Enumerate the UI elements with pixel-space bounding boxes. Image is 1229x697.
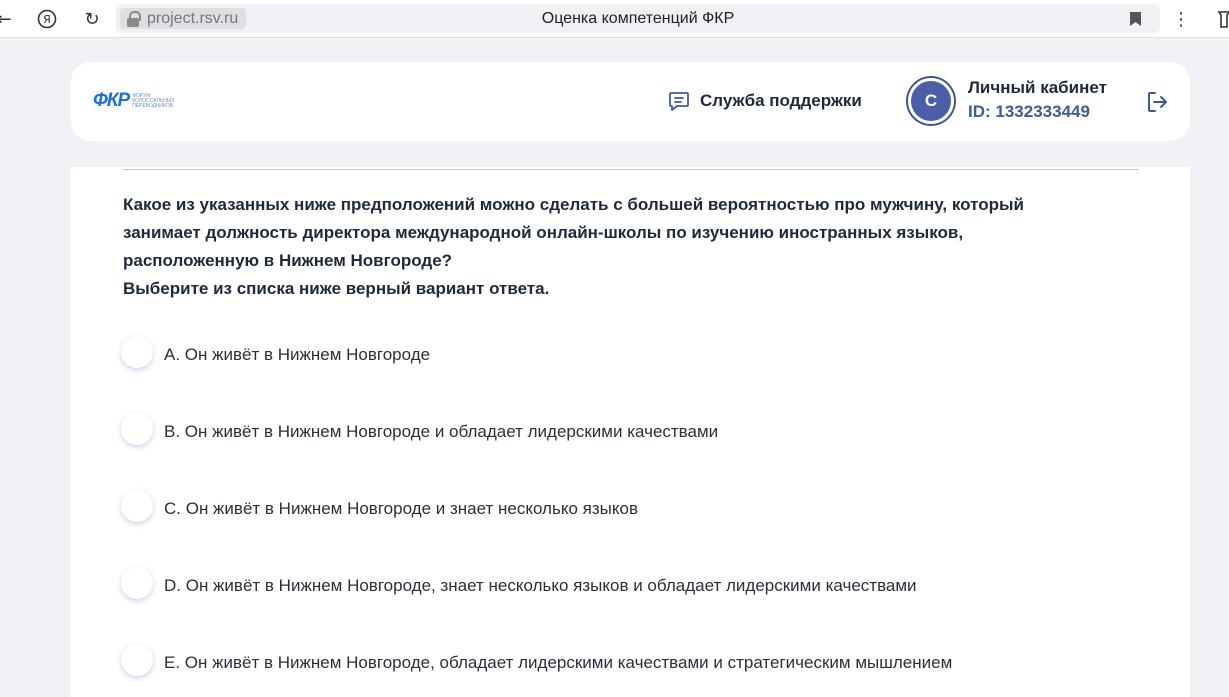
option-label: C. Он живёт в Нижнем Новгороде и знает н… xyxy=(164,499,638,518)
address-bar[interactable]: project.rsv.ru Оценка компетенций ФКР xyxy=(116,4,1160,33)
answer-option-a[interactable]: А. Он живёт в Нижнем Новгороде xyxy=(121,336,430,368)
answer-option-d[interactable]: D. Он живёт в Нижнем Новгороде, знает не… xyxy=(121,567,917,599)
support-link[interactable]: Служба поддержки xyxy=(668,90,862,112)
question-line: расположенную в Нижнем Новгороде? xyxy=(123,251,453,270)
divider xyxy=(123,169,1139,170)
question-line: Какое из указанных ниже предположений мо… xyxy=(123,195,1024,214)
reload-icon[interactable]: ↻ xyxy=(80,7,104,31)
bookmark-icon[interactable] xyxy=(1130,12,1141,26)
fkr-logo[interactable]: ФКР ФОРУМ КОЛОССАЛЬНЫХ ПЕРЕВОДЧИКОВ xyxy=(93,90,180,112)
logo-subtext: ФОРУМ КОЛОССАЛЬНЫХ ПЕРЕВОДЧИКОВ xyxy=(132,92,175,109)
question-card: Какое из указанных ниже предположений мо… xyxy=(71,167,1190,697)
url-text: project.rsv.ru xyxy=(147,9,239,27)
option-label: E. Он живёт в Нижнем Новгороде, обладает… xyxy=(164,653,953,672)
answer-option-e[interactable]: E. Он живёт в Нижнем Новгороде, обладает… xyxy=(121,644,952,676)
yandex-icon[interactable]: Я xyxy=(35,7,59,31)
site-header: ФКР ФОРУМ КОЛОССАЛЬНЫХ ПЕРЕВОДЧИКОВ Служ… xyxy=(71,62,1190,141)
answer-option-b[interactable]: B. Он живёт в Нижнем Новгороде и обладае… xyxy=(121,413,718,445)
answer-option-c[interactable]: C. Он живёт в Нижнем Новгороде и знает н… xyxy=(121,490,638,522)
radio-button[interactable] xyxy=(121,567,153,599)
menu-kebab-icon[interactable]: ⋮ xyxy=(1169,7,1193,31)
radio-button[interactable] xyxy=(121,336,153,368)
user-id: ID: 1332333449 xyxy=(968,102,1090,121)
svg-text:Я: Я xyxy=(43,13,51,26)
radio-button[interactable] xyxy=(121,644,153,676)
option-label: D. Он живёт в Нижнем Новгороде, знает не… xyxy=(164,576,917,595)
support-label: Служба поддержки xyxy=(700,91,862,110)
avatar[interactable]: С xyxy=(908,78,954,124)
question-text: Какое из указанных ниже предположений мо… xyxy=(123,191,1083,303)
back-arrow-icon[interactable]: ← xyxy=(0,7,16,31)
question-line: занимает должность директора международн… xyxy=(123,223,964,242)
browser-toolbar: ← Я ↻ project.rsv.ru Оценка компетенций … xyxy=(0,0,1229,38)
lock-icon xyxy=(126,10,141,27)
page-title: Оценка компетенций ФКР xyxy=(541,10,735,27)
option-label: А. Он живёт в Нижнем Новгороде xyxy=(164,345,431,364)
chat-icon xyxy=(669,92,689,111)
option-label: B. Он живёт в Нижнем Новгороде и обладае… xyxy=(164,422,719,441)
radio-button[interactable] xyxy=(121,490,153,522)
extension-icon[interactable] xyxy=(1212,7,1229,31)
cabinet-title: Личный кабинет xyxy=(968,78,1107,97)
logout-icon[interactable] xyxy=(1145,90,1169,114)
question-instruction: Выберите из списка ниже верный вариант о… xyxy=(123,279,550,298)
radio-button[interactable] xyxy=(121,413,153,445)
logo-mark: ФКР xyxy=(93,90,130,111)
site-info-chip[interactable]: project.rsv.ru xyxy=(120,8,247,29)
personal-cabinet[interactable]: Личный кабинет ID: 1332333449 xyxy=(968,77,1107,125)
